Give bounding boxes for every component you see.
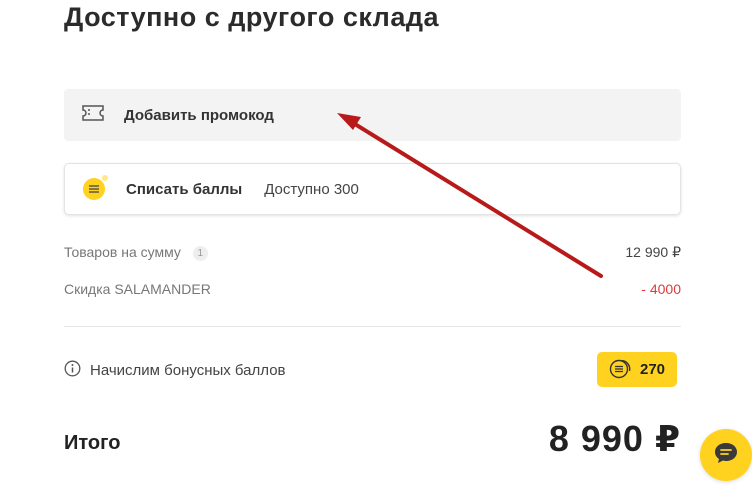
chat-icon xyxy=(713,441,739,470)
bonus-points-value: 270 xyxy=(639,361,666,378)
redeem-points-label: Списать баллы xyxy=(126,180,243,198)
discount-label: Скидка SALAMANDER xyxy=(64,281,211,297)
discount-value: - 4000 xyxy=(641,281,681,297)
info-icon[interactable] xyxy=(64,360,81,381)
bonus-points-badge: 270 xyxy=(597,352,677,387)
coin-icon xyxy=(609,357,633,383)
total-value: 8 990 ₽ xyxy=(548,418,681,459)
chat-button[interactable] xyxy=(700,429,752,481)
divider xyxy=(64,326,681,327)
total-label: Итого xyxy=(64,432,121,454)
add-promo-code-button[interactable]: Добавить промокод xyxy=(64,89,681,141)
ticket-icon xyxy=(81,104,105,127)
items-sum-row: Товаров на сумму 1 12 990 ₽ xyxy=(64,244,681,261)
bonus-info: Начислим бонусных баллов xyxy=(64,360,286,381)
bonus-label: Начислим бонусных баллов xyxy=(90,362,286,379)
items-sum-value: 12 990 ₽ xyxy=(625,244,681,260)
redeem-points-button[interactable]: Списать баллы Доступно 300 xyxy=(64,163,681,215)
points-available: Доступно 300 xyxy=(264,180,359,198)
items-sum-label: Товаров на сумму xyxy=(64,244,181,261)
items-count-badge: 1 xyxy=(192,245,208,261)
add-promo-code-label: Добавить промокод xyxy=(124,106,274,124)
page-title: Доступно с другого склада xyxy=(64,2,439,32)
coin-icon xyxy=(83,175,108,200)
discount-row: Скидка SALAMANDER - 4000 xyxy=(64,281,681,297)
